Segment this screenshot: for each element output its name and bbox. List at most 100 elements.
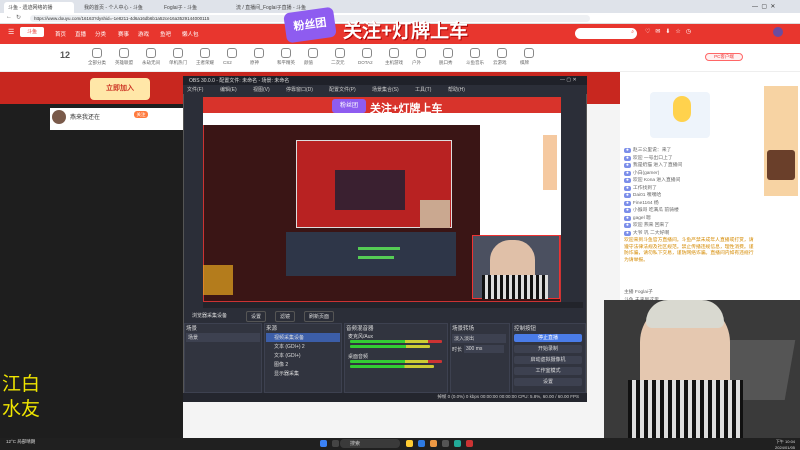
stop-streaming-button[interactable]: 停止直播 (514, 334, 582, 342)
nav-category[interactable]: 分类 (95, 30, 106, 38)
category-icon[interactable] (92, 48, 102, 58)
source-item[interactable]: 文本 (GDI+) (266, 351, 309, 360)
category-icon[interactable] (146, 48, 156, 58)
start-icon[interactable] (320, 440, 327, 447)
obs-menu-item[interactable]: 编辑(E) (220, 86, 237, 93)
start-virtual-camera-button[interactable]: 启动虚拟摄像机 (514, 356, 582, 364)
obs-menu-item[interactable]: 停靠窗口(D) (286, 86, 313, 93)
search-input[interactable]: ⌕ (575, 28, 637, 39)
browser-tab[interactable]: 我的首页 - 个人中心 - 斗鱼 (80, 2, 154, 13)
category-label[interactable]: 全部分类 (88, 60, 106, 66)
menu-icon[interactable]: ☰ (8, 28, 14, 36)
nav-events[interactable]: 赛事 (118, 30, 129, 38)
source-item[interactable]: 文本 (GDI+) 2 (266, 342, 313, 351)
nav-games[interactable]: 游戏 (138, 30, 149, 38)
category-icon[interactable] (524, 48, 534, 58)
start-recording-button[interactable]: 开始录制 (514, 345, 582, 353)
category-icon[interactable] (470, 48, 480, 58)
source-item[interactable]: 视频采集设备 (266, 333, 340, 342)
category-icon[interactable] (227, 48, 237, 58)
obs-preview-toolbar (203, 302, 583, 308)
category-label[interactable]: 二次元 (331, 60, 345, 66)
app-icon[interactable] (466, 440, 473, 447)
category-label[interactable]: 脱口秀 (439, 60, 453, 66)
obs-menu-item[interactable]: 配置文件(P) (329, 86, 356, 93)
taskbar-search[interactable]: 搜索 (340, 439, 400, 448)
category-icon[interactable] (389, 48, 399, 58)
promo-join-button[interactable]: 立即加入 (90, 78, 150, 100)
user-level-badge: ● (624, 148, 631, 153)
obs-menu-item[interactable]: 文件(F) (187, 86, 203, 93)
mixer-track-label: 麦克风/Aux (348, 334, 374, 340)
obs-menu-item[interactable]: 场景集合(S) (372, 86, 399, 93)
category-icon[interactable] (173, 48, 183, 58)
category-label[interactable]: 原神 (250, 60, 259, 66)
category-label[interactable]: 单机热门 (169, 60, 187, 66)
category-label[interactable]: 英雄联盟 (115, 60, 133, 66)
category-icon[interactable] (200, 48, 210, 58)
obs-menu-item[interactable]: 视图(V) (253, 86, 270, 93)
category-icon[interactable] (281, 48, 291, 58)
source-item[interactable]: 图像 2 (266, 360, 296, 369)
filters-button[interactable]: 滤镜 (275, 311, 296, 322)
pc-client-tag[interactable]: PC客户端 (705, 53, 743, 61)
streamer-avatar[interactable] (52, 110, 66, 124)
weather-widget[interactable]: 12°C 局部晴朗 (6, 439, 35, 445)
scene-item[interactable]: 场景 (186, 333, 260, 342)
duration-input[interactable]: 300 ms (464, 345, 504, 353)
category-icon[interactable] (254, 48, 264, 58)
category-label[interactable]: 主机游戏 (385, 60, 403, 66)
explorer-icon[interactable] (406, 440, 413, 447)
settings-button[interactable]: 设置 (246, 311, 267, 322)
settings-button[interactable]: 设置 (514, 378, 582, 386)
category-icon[interactable] (362, 48, 372, 58)
nav-lazy-pack[interactable]: 懒人包 (182, 30, 199, 38)
chat-message: ● 赵三公里说：来了 (624, 148, 672, 153)
refresh-page-button[interactable]: 刷新页面 (304, 311, 335, 322)
chrome-icon[interactable] (430, 440, 437, 447)
category-label[interactable]: 云游戏 (493, 60, 507, 66)
obs-menu-item[interactable]: 帮助(H) (448, 86, 465, 93)
widgets-icon[interactable] (332, 440, 339, 447)
nav-live[interactable]: 直播 (75, 30, 86, 38)
category-icon[interactable] (443, 48, 453, 58)
category-icon[interactable] (416, 48, 426, 58)
category-label[interactable]: DOTA2 (358, 60, 373, 65)
obs-menu-item[interactable]: 工具(T) (415, 86, 431, 93)
category-label[interactable]: 户外 (412, 60, 421, 66)
category-icon[interactable] (119, 48, 129, 58)
avatar[interactable] (773, 27, 783, 37)
chat-footer-line: 主播 Foglai子 (624, 290, 653, 295)
category-label[interactable]: 永劫无间 (142, 60, 160, 66)
category-icon[interactable] (335, 48, 345, 58)
source-item[interactable]: 显示器采集 (266, 369, 307, 378)
category-label[interactable]: 斗鱼音乐 (466, 60, 484, 66)
category-label[interactable]: 王者荣耀 (196, 60, 214, 66)
studio-mode-button[interactable]: 工作室模式 (514, 367, 582, 375)
category-icon[interactable] (308, 48, 318, 58)
preview-overlay-text-box (203, 265, 233, 295)
header-actions[interactable]: ♡✉⬇☆◷ (645, 28, 696, 35)
category-label[interactable]: 和平精英 (277, 60, 295, 66)
side-card-image (767, 150, 795, 180)
nav-fishbar[interactable]: 鱼吧 (160, 30, 171, 38)
obs-icon[interactable] (442, 440, 449, 447)
back-icon[interactable]: ← (6, 14, 12, 20)
nav-home[interactable]: 首页 (55, 30, 66, 38)
category-label[interactable]: 颜值 (304, 60, 313, 66)
window-controls[interactable]: — ▢ ✕ (752, 3, 775, 10)
category-label[interactable]: CS2 (223, 60, 232, 65)
browser-tab[interactable]: Foglai子 - 斗鱼 (160, 2, 226, 13)
category-icon[interactable] (497, 48, 507, 58)
search-icon[interactable]: ⌕ (631, 29, 634, 35)
chat-message: ● 欢迎 Kona 进入直播间 (624, 178, 681, 183)
browser-tab[interactable]: 斗鱼 - 遗迹网络的播 (4, 2, 74, 13)
app-icon[interactable] (454, 440, 461, 447)
refresh-icon[interactable]: ↻ (16, 14, 21, 21)
obs-window-controls[interactable]: — ▢ ✕ (560, 77, 577, 83)
site-logo[interactable]: 斗鱼 (20, 27, 44, 37)
transition-select[interactable]: 淡入淡出 (452, 334, 506, 343)
category-label[interactable]: 棋牌 (520, 60, 529, 66)
follow-button[interactable]: 关注 (134, 111, 148, 118)
edge-icon[interactable] (418, 440, 425, 447)
